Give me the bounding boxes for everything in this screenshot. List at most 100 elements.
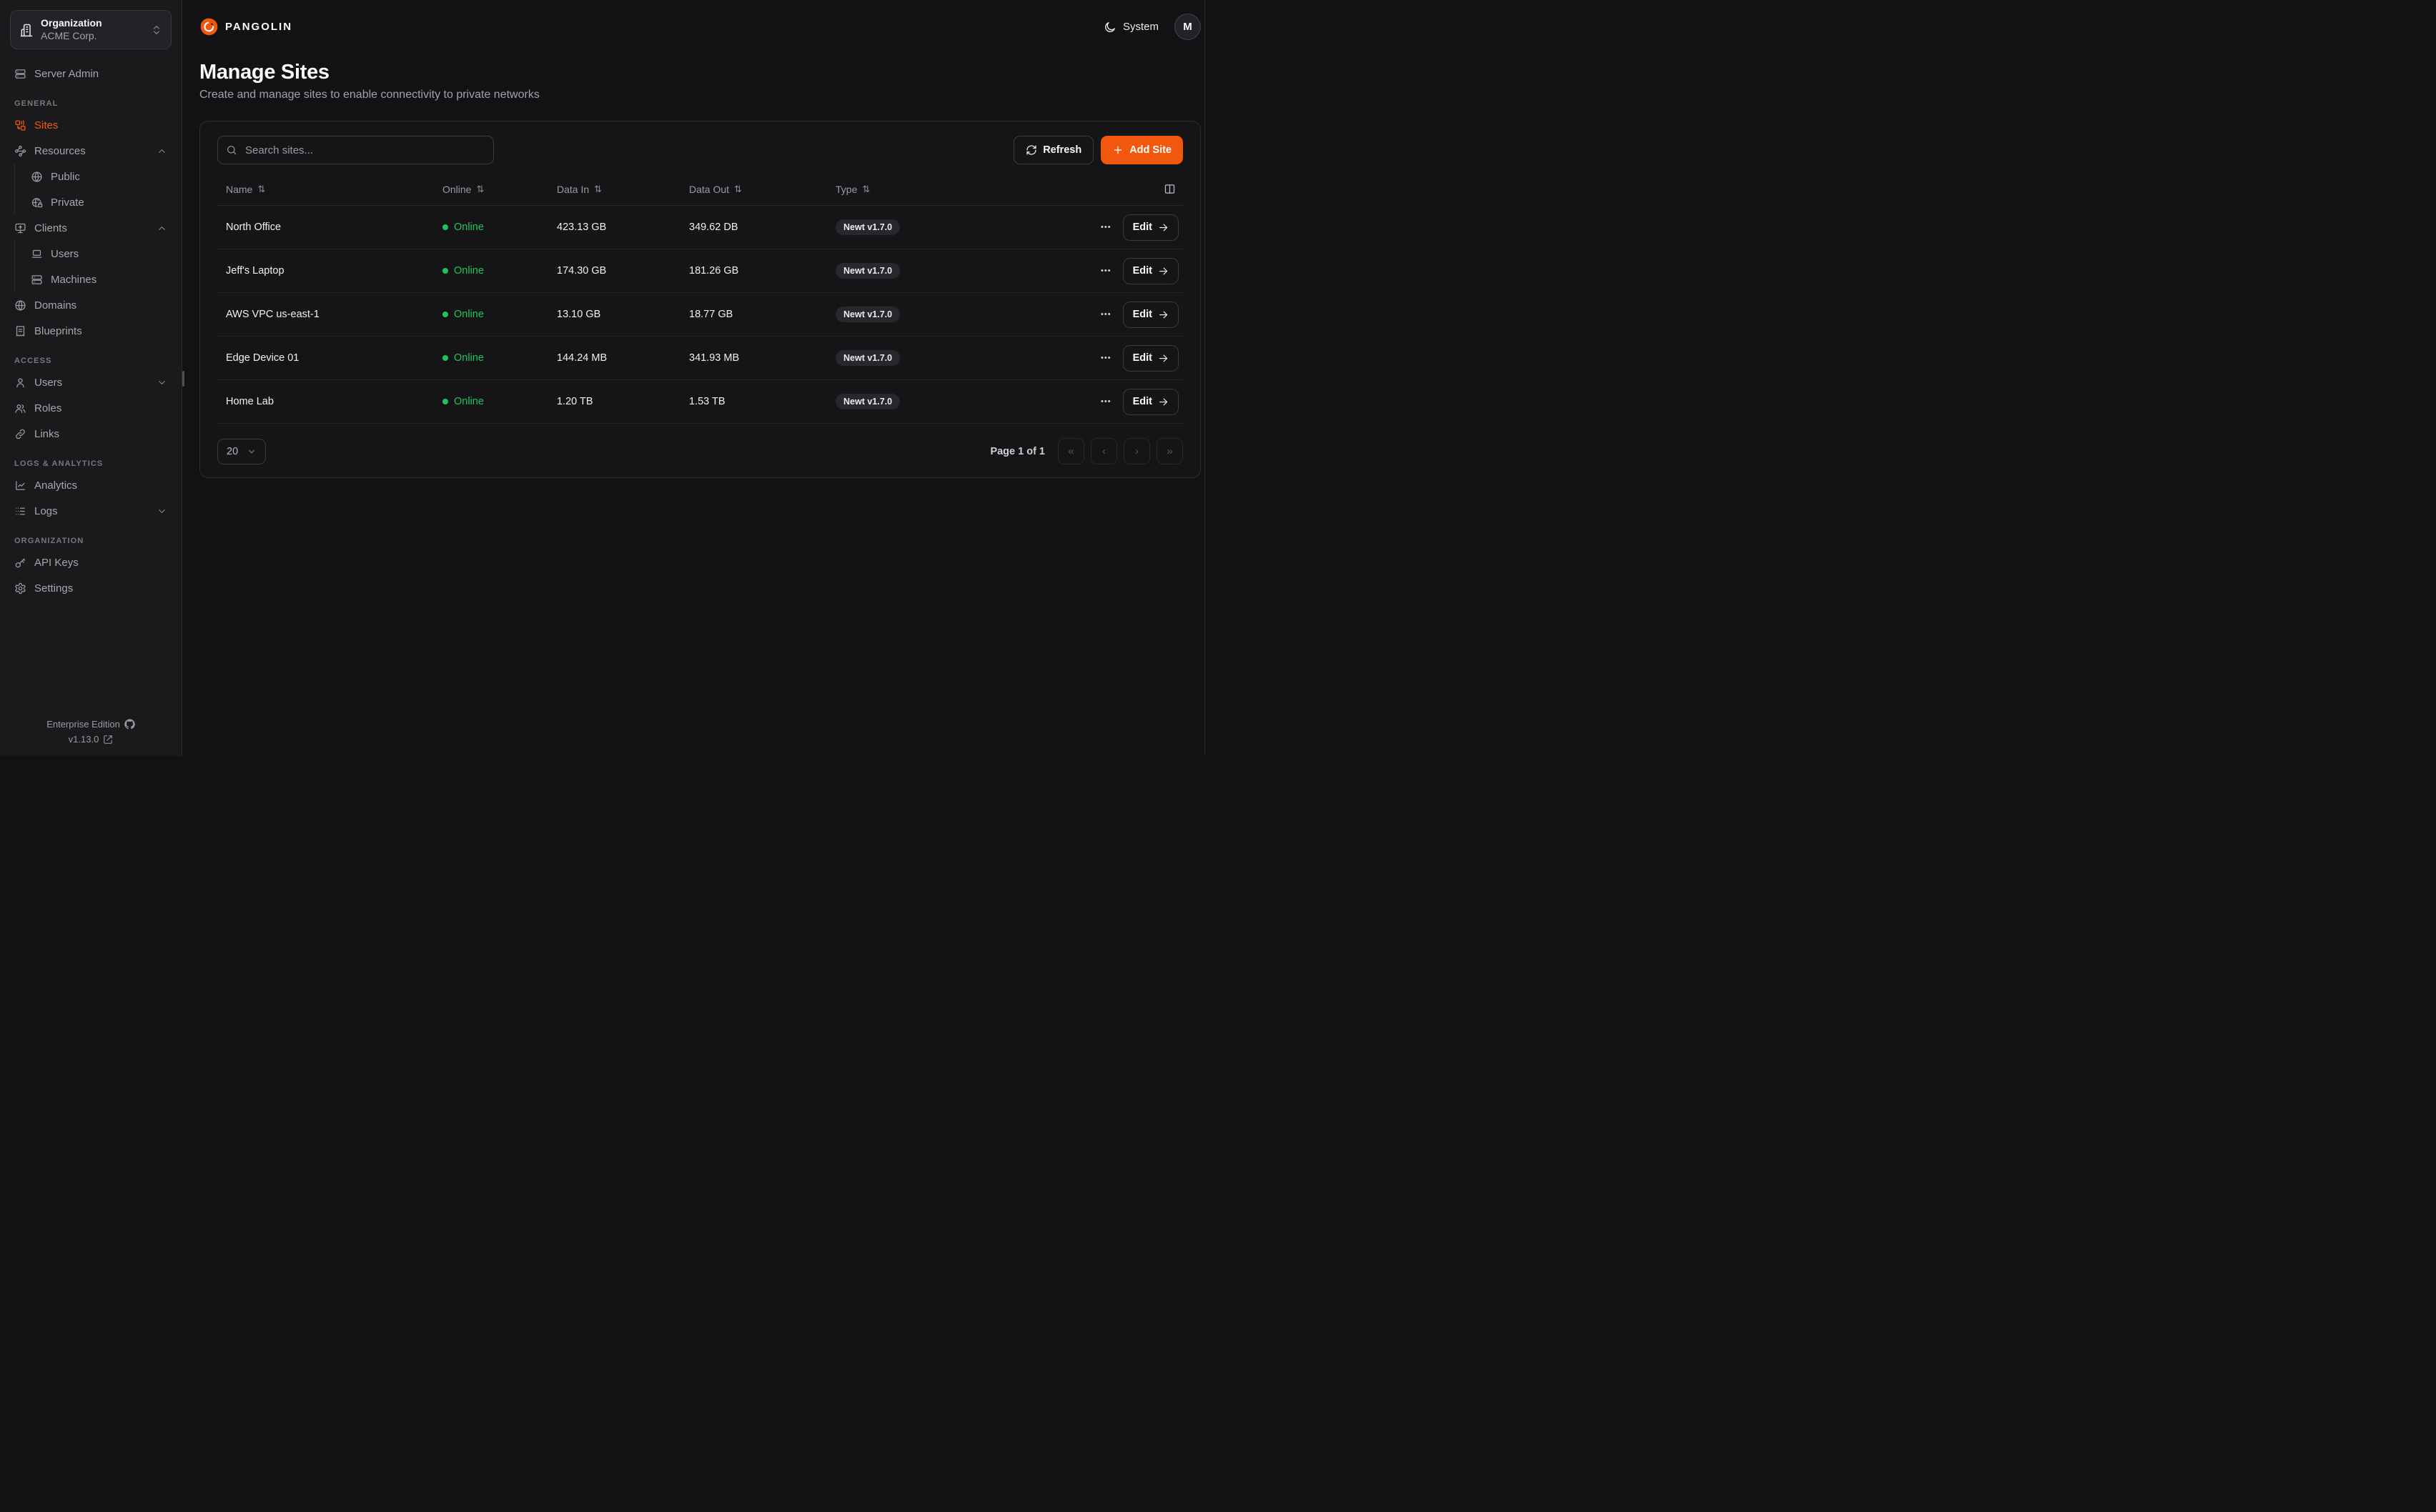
table-row[interactable]: Home Lab Online 1.20 TB 1.53 TB Newt v1.… xyxy=(217,380,1183,424)
edit-button[interactable]: Edit xyxy=(1123,345,1179,372)
arrow-right-icon xyxy=(1158,397,1169,407)
type-badge: Newt v1.7.0 xyxy=(836,394,900,409)
row-menu-button[interactable]: ••• xyxy=(1101,224,1111,232)
status-badge: Online xyxy=(442,265,557,277)
sidebar-item-label: Settings xyxy=(34,582,73,595)
brand-name: PANGOLIN xyxy=(225,21,292,33)
sidebar-item-users[interactable]: Users xyxy=(0,369,182,395)
arrow-right-icon xyxy=(1158,266,1169,277)
site-name: Home Lab xyxy=(217,396,442,407)
first-page-button[interactable]: « xyxy=(1058,438,1084,464)
sidebar-item-label: Sites xyxy=(34,119,58,131)
external-link-icon[interactable] xyxy=(103,735,113,745)
chevron-down-icon xyxy=(157,506,167,517)
column-header-data-out[interactable]: Data Out ⇅ xyxy=(689,184,836,195)
sort-icon[interactable]: ⇅ xyxy=(594,184,602,194)
search-input[interactable] xyxy=(217,136,494,164)
sidebar-item-roles[interactable]: Roles xyxy=(0,395,182,421)
data-in-value: 13.10 GB xyxy=(557,309,689,320)
column-header-online[interactable]: Online ⇅ xyxy=(442,184,557,195)
row-menu-button[interactable]: ••• xyxy=(1101,311,1111,319)
column-header-data-in[interactable]: Data In ⇅ xyxy=(557,184,689,195)
table-row[interactable]: Edge Device 01 Online 144.24 MB 341.93 M… xyxy=(217,337,1183,380)
sidebar-item-label: Server Admin xyxy=(34,68,99,80)
column-header-name[interactable]: Name ⇅ xyxy=(217,184,442,195)
sidebar-item-logs[interactable]: Logs xyxy=(0,498,182,524)
sort-icon[interactable]: ⇅ xyxy=(257,184,265,194)
window-scrollbar[interactable] xyxy=(1204,0,1218,756)
sidebar-item-domains[interactable]: Domains xyxy=(0,292,182,318)
sites-table: Name ⇅ Online ⇅ Data In ⇅ Data Out ⇅ Typ… xyxy=(217,173,1183,424)
laptop-icon xyxy=(31,248,43,260)
edition-label: Enterprise Edition xyxy=(46,719,120,730)
row-menu-button[interactable]: ••• xyxy=(1101,267,1111,275)
section-label-access: ACCESS xyxy=(0,344,182,369)
sort-icon[interactable]: ⇅ xyxy=(476,184,484,194)
sidebar-scrollbar-thumb[interactable] xyxy=(182,371,184,387)
sidebar-item-private[interactable]: Private xyxy=(15,189,182,215)
theme-label: System xyxy=(1123,21,1159,33)
status-badge: Online xyxy=(442,396,557,407)
pangolin-logo-icon xyxy=(199,17,219,36)
row-menu-button[interactable]: ••• xyxy=(1101,354,1111,362)
org-selector[interactable]: Organization ACME Corp. xyxy=(10,10,172,49)
sidebar-item-blueprints[interactable]: Blueprints xyxy=(0,318,182,344)
edit-button[interactable]: Edit xyxy=(1123,214,1179,241)
gear-icon xyxy=(14,582,26,595)
edit-button[interactable]: Edit xyxy=(1123,258,1179,284)
chevrons-up-down-icon xyxy=(151,24,162,36)
refresh-button[interactable]: Refresh xyxy=(1014,136,1094,164)
data-out-value: 18.77 GB xyxy=(689,309,836,320)
sort-icon[interactable]: ⇅ xyxy=(862,184,870,194)
type-badge: Newt v1.7.0 xyxy=(836,307,900,322)
globe-icon xyxy=(31,171,43,183)
next-page-button[interactable]: › xyxy=(1124,438,1150,464)
sidebar-item-label: Links xyxy=(34,428,59,440)
table-row[interactable]: AWS VPC us-east-1 Online 13.10 GB 18.77 … xyxy=(217,293,1183,337)
sidebar-item-api-keys[interactable]: API Keys xyxy=(0,549,182,575)
avatar-initial: M xyxy=(1183,21,1192,33)
sidebar-item-label: Private xyxy=(51,197,84,209)
sidebar-item-clients-users[interactable]: Users xyxy=(15,241,182,267)
sidebar-item-clients[interactable]: Clients xyxy=(0,215,182,241)
page-subtitle: Create and manage sites to enable connec… xyxy=(199,89,1201,101)
brand[interactable]: PANGOLIN xyxy=(199,17,292,36)
sidebar-item-label: Logs xyxy=(34,505,58,517)
theme-toggle[interactable]: System xyxy=(1104,21,1159,34)
sidebar-item-public[interactable]: Public xyxy=(15,164,182,189)
sidebar-item-analytics[interactable]: Analytics xyxy=(0,472,182,498)
sidebar: Organization ACME Corp. Server Admin GEN… xyxy=(0,0,182,756)
sidebar-item-server-admin[interactable]: Server Admin xyxy=(0,61,182,86)
sidebar-item-links[interactable]: Links xyxy=(0,421,182,447)
main-area: PANGOLIN System M Manage Sites Create an… xyxy=(182,0,1218,756)
chevron-down-icon xyxy=(247,447,257,457)
avatar[interactable]: M xyxy=(1174,14,1201,40)
edit-button[interactable]: Edit xyxy=(1123,302,1179,328)
site-name: North Office xyxy=(217,222,442,233)
last-page-button[interactable]: » xyxy=(1157,438,1183,464)
sort-icon[interactable]: ⇅ xyxy=(734,184,742,194)
columns-toggle-button[interactable] xyxy=(1029,183,1183,195)
edit-button[interactable]: Edit xyxy=(1123,389,1179,415)
page-size-select[interactable]: 20 xyxy=(217,439,266,464)
add-site-button[interactable]: Add Site xyxy=(1101,136,1183,164)
sidebar-item-resources[interactable]: Resources xyxy=(0,138,182,164)
sidebar-item-sites[interactable]: Sites xyxy=(0,112,182,138)
column-header-type[interactable]: Type ⇅ xyxy=(836,184,1029,195)
table-row[interactable]: Jeff's Laptop Online 174.30 GB 181.26 GB… xyxy=(217,249,1183,293)
columns-icon xyxy=(1164,183,1176,195)
type-badge: Newt v1.7.0 xyxy=(836,219,900,235)
github-icon[interactable] xyxy=(124,719,135,730)
prev-page-button[interactable]: ‹ xyxy=(1091,438,1117,464)
row-menu-button[interactable]: ••• xyxy=(1101,398,1111,406)
arrow-right-icon xyxy=(1158,309,1169,320)
status-badge: Online xyxy=(442,222,557,233)
data-in-value: 144.24 MB xyxy=(557,352,689,364)
sidebar-item-machines[interactable]: Machines xyxy=(15,267,182,292)
online-dot-icon xyxy=(442,312,448,317)
table-toolbar: Refresh Add Site xyxy=(217,136,1183,164)
site-name: Edge Device 01 xyxy=(217,352,442,364)
table-row[interactable]: North Office Online 423.13 GB 349.62 DB … xyxy=(217,206,1183,249)
sidebar-item-settings[interactable]: Settings xyxy=(0,575,182,601)
key-icon xyxy=(14,557,26,569)
